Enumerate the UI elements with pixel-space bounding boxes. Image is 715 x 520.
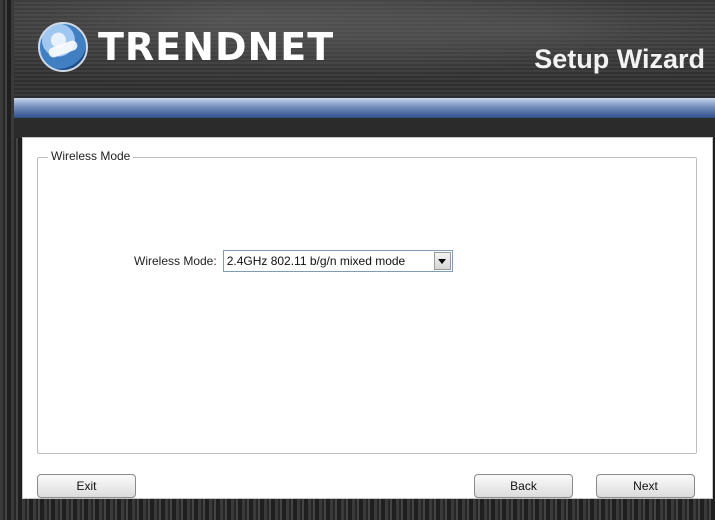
wireless-mode-label: Wireless Mode: (134, 254, 217, 268)
groupbox-legend: Wireless Mode (48, 149, 134, 163)
trendnet-logo-icon (38, 22, 88, 72)
exit-button[interactable]: Exit (37, 474, 136, 498)
chevron-down-icon (438, 258, 447, 264)
wireless-mode-selected-value: 2.4GHz 802.11 b/g/n mixed mode (226, 254, 406, 268)
next-button[interactable]: Next (596, 474, 695, 498)
wizard-title: Setup Wizard (534, 44, 705, 74)
brand-name: TRENDNET (98, 25, 335, 69)
accent-bar (14, 98, 715, 118)
content-panel: Wireless Mode Wireless Mode: 2.4GHz 802.… (22, 137, 713, 499)
dropdown-button[interactable] (433, 252, 451, 270)
brand-logo: TRENDNET (38, 22, 334, 72)
wireless-mode-row: Wireless Mode: 2.4GHz 802.11 b/g/n mixed… (134, 250, 453, 272)
wireless-mode-groupbox: Wireless Mode Wireless Mode: 2.4GHz 802.… (37, 149, 697, 454)
wireless-mode-select[interactable]: 2.4GHz 802.11 b/g/n mixed mode (222, 250, 453, 272)
header-divider (14, 118, 715, 138)
header-banner: TRENDNET Setup Wizard (14, 0, 715, 98)
back-button[interactable]: Back (474, 474, 573, 498)
